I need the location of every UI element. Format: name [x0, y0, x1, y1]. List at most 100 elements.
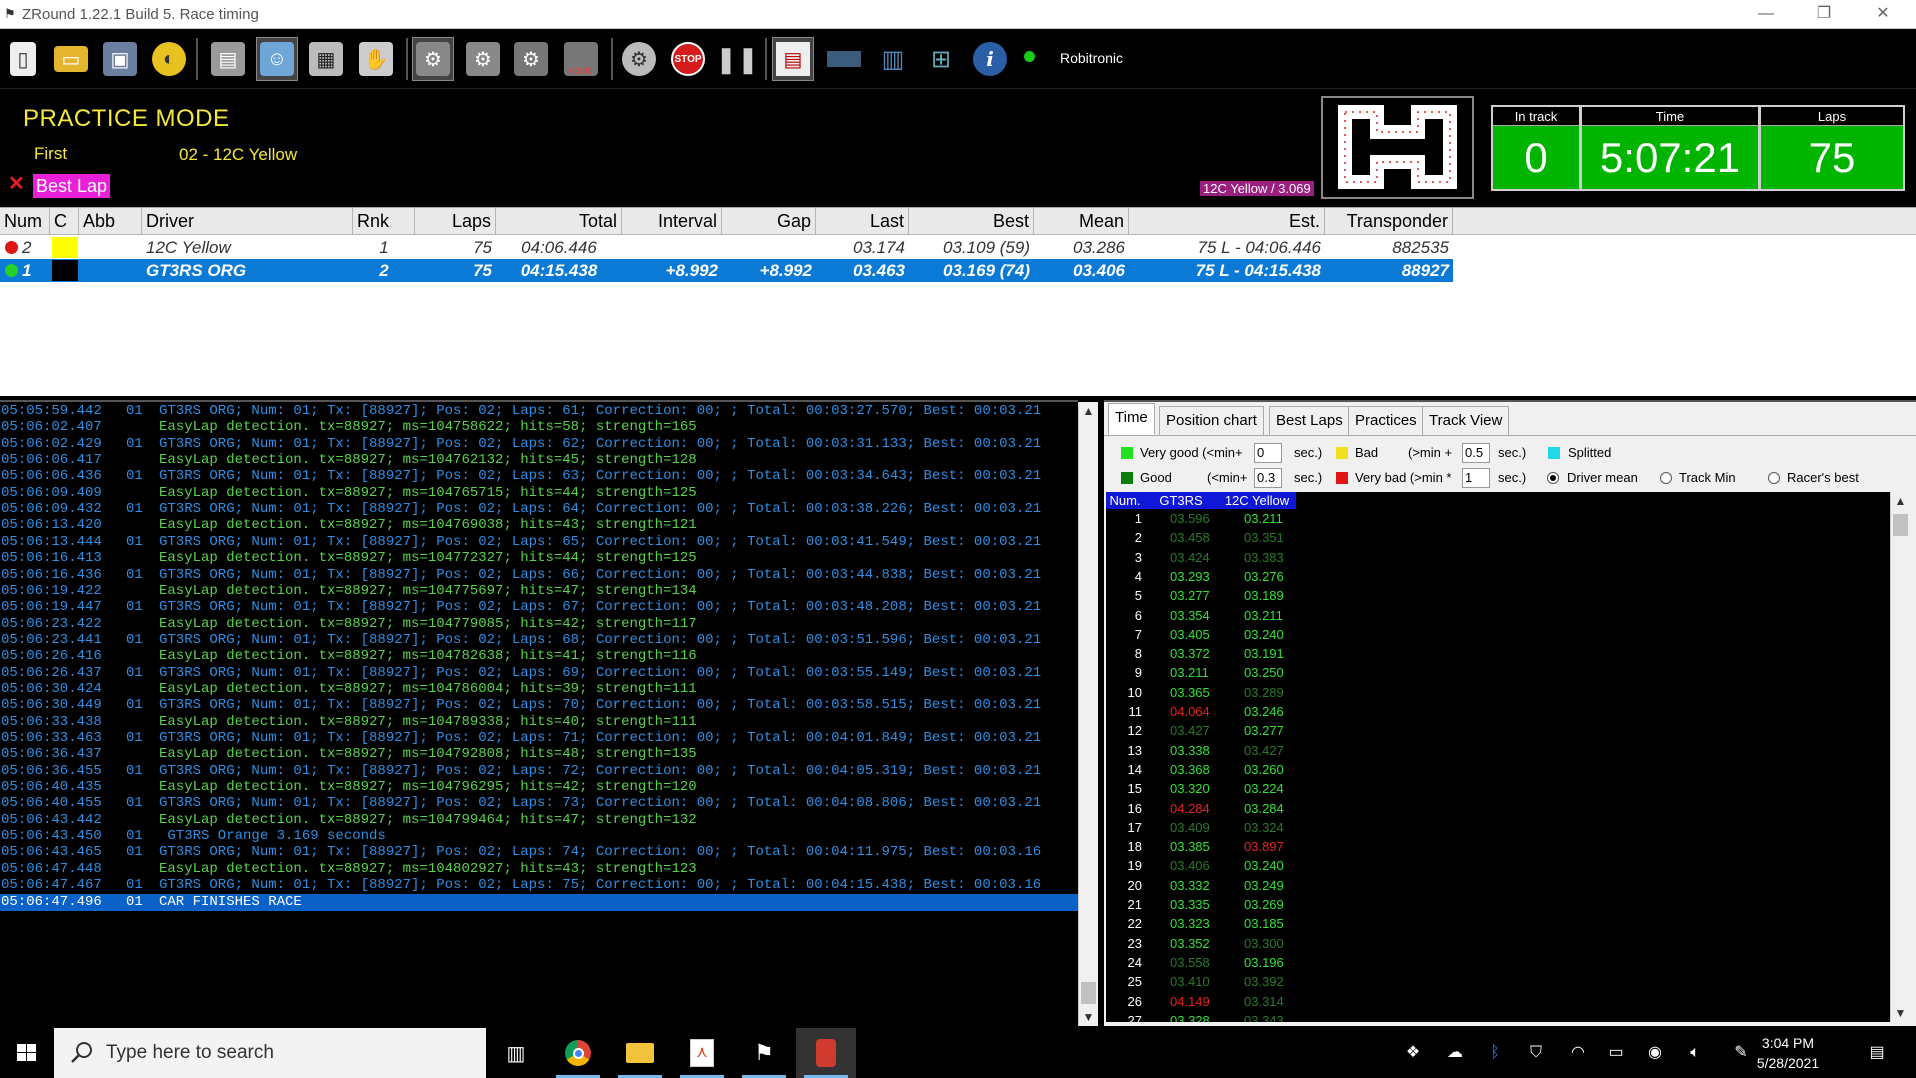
log-line[interactable]: 05:06:33.463 01 GT3RS ORG; Num: 01; Tx: [8… — [0, 730, 1078, 747]
track-min-radio[interactable] — [1660, 472, 1672, 484]
log-line[interactable]: 05:06:13.420 EasyLap detection. tx=88927;… — [0, 517, 1078, 534]
scroll-up-icon[interactable]: ▲ — [1079, 402, 1098, 420]
log-line[interactable]: 05:06:36.455 01 GT3RS ORG; Num: 01; Tx: [8… — [0, 763, 1078, 780]
zround-taskbar-button[interactable]: ⚑ — [734, 1028, 794, 1078]
log-line[interactable]: 05:06:13.444 01 GT3RS ORG; Num: 01; Tx: [8… — [0, 534, 1078, 551]
log-line[interactable]: 05:06:33.438 EasyLap detection. tx=88927;… — [0, 714, 1078, 731]
new-file-button[interactable]: ▯ — [2, 37, 44, 81]
disable-button[interactable]: ✋ — [355, 37, 397, 81]
pause-button[interactable]: ❚❚ — [715, 37, 759, 81]
task-view-button[interactable]: ▥ — [486, 1028, 546, 1078]
log-line[interactable]: 05:06:47.496 01 CAR FINISHES RACE — [0, 893, 1078, 911]
log-line[interactable]: 05:06:40.455 01 GT3RS ORG; Num: 01; Tx: [8… — [0, 795, 1078, 812]
wifi-icon[interactable]: ◠ — [1567, 1042, 1589, 1064]
log-line[interactable]: 05:06:47.467 01 GT3RS ORG; Num: 01; Tx: [8… — [0, 877, 1078, 894]
col-mean[interactable]: Mean — [1034, 208, 1129, 235]
col-best[interactable]: Best — [909, 208, 1034, 235]
col-last[interactable]: Last — [816, 208, 909, 235]
driver-button[interactable]: ☺ — [256, 37, 298, 81]
log-line[interactable]: 05:06:23.422 EasyLap detection. tx=88927;… — [0, 616, 1078, 633]
log-scrollbar[interactable]: ▲ ▼ — [1078, 402, 1098, 1026]
engine-timer-button[interactable]: 00:00 — [560, 37, 602, 81]
log-line[interactable]: 05:06:23.441 01 GT3RS ORG; Num: 01; Tx: [8… — [0, 632, 1078, 649]
close-button[interactable]: ✕ — [1855, 0, 1911, 29]
settings-button[interactable]: ⚙ — [618, 37, 660, 81]
col-transponder[interactable]: Transponder — [1325, 208, 1453, 235]
very-good-input[interactable]: 0 — [1254, 443, 1282, 463]
start-button[interactable] — [0, 1028, 54, 1078]
decoder-button[interactable] — [823, 37, 865, 81]
restore-button[interactable]: ❐ — [1796, 0, 1852, 29]
explorer-taskbar-button[interactable] — [610, 1028, 670, 1078]
info-button[interactable]: i — [969, 37, 1011, 81]
log-line[interactable]: 05:05:59.442 01 GT3RS ORG; Num: 01; Tx: [8… — [0, 403, 1078, 420]
open-folder-button[interactable]: ▭ — [50, 37, 92, 81]
chrome-tray-icon[interactable]: ◉ — [1644, 1042, 1666, 1064]
bluetooth-icon[interactable]: ᛒ — [1484, 1042, 1506, 1064]
tab-best-laps[interactable]: Best Laps — [1269, 406, 1350, 435]
table-row[interactable]: 2 12C Yellow 1 75 04:06.446 03.174 03.109 (59)… — [0, 236, 1453, 259]
col-driver[interactable]: Driver — [142, 208, 353, 235]
bad-input[interactable]: 0.5 — [1462, 443, 1490, 463]
engine-3-button[interactable]: ⚙ — [510, 37, 552, 81]
log-line[interactable]: 05:06:19.447 01 GT3RS ORG; Num: 01; Tx: [8… — [0, 599, 1078, 616]
driver-mean-radio[interactable] — [1547, 472, 1559, 484]
laps-scrollbar[interactable]: ▲ ▼ — [1890, 492, 1910, 1022]
log-line[interactable]: 05:06:26.437 01 GT3RS ORG; Num: 01; Tx: [8… — [0, 665, 1078, 682]
chrome-taskbar-button[interactable] — [548, 1028, 608, 1078]
log-line[interactable]: 05:06:16.413 EasyLap detection. tx=88927;… — [0, 550, 1078, 567]
tab-position-chart[interactable]: Position chart — [1159, 406, 1264, 435]
very-bad-input[interactable]: 1 — [1462, 468, 1490, 488]
scroll-thumb[interactable] — [1893, 514, 1908, 536]
clock[interactable]: 3:04 PM 5/28/2021 — [1743, 1033, 1833, 1073]
table-row[interactable]: 1 GT3RS ORG 2 75 04:15.438 +8.992 +8.992 03.463… — [0, 259, 1453, 282]
scroll-down-icon[interactable]: ▼ — [1079, 1008, 1098, 1026]
col-est[interactable]: Est. — [1129, 208, 1325, 235]
log-line[interactable]: 05:06:43.450 01 GT3RS Orange 3.169 second… — [0, 828, 1078, 845]
minimize-button[interactable]: — — [1738, 0, 1794, 29]
log-line[interactable]: 05:06:43.465 01 GT3RS ORG; Num: 01; Tx: [8… — [0, 844, 1078, 861]
scroll-down-icon[interactable]: ▼ — [1891, 1004, 1910, 1022]
log-line[interactable]: 05:06:02.407 EasyLap detection. tx=88927;… — [0, 419, 1078, 436]
log-line[interactable]: 05:06:09.432 01 GT3RS ORG; Num: 01; Tx: [8… — [0, 501, 1078, 518]
onedrive-icon[interactable]: ☁ — [1444, 1042, 1466, 1064]
close-icon[interactable]: ✕ — [8, 174, 25, 194]
engine-2-button[interactable]: ⚙ — [462, 37, 504, 81]
log-line[interactable]: 05:06:19.422 EasyLap detection. tx=88927;… — [0, 583, 1078, 600]
log-line[interactable]: 05:06:09.409 EasyLap detection. tx=88927;… — [0, 485, 1078, 502]
log-line[interactable]: 05:06:43.442 EasyLap detection. tx=88927;… — [0, 812, 1078, 829]
acrobat-taskbar-button[interactable]: ⋏ — [672, 1028, 732, 1078]
results-button[interactable]: ▤ — [772, 37, 814, 81]
col-num[interactable]: Num — [0, 208, 50, 235]
tab-practices[interactable]: Practices — [1348, 406, 1424, 435]
log-line[interactable]: 05:06:26.416 EasyLap detection. tx=88927;… — [0, 648, 1078, 665]
clapper-button[interactable]: ▦ — [305, 37, 347, 81]
save-button[interactable]: ▣ — [99, 37, 141, 81]
col-color[interactable]: C — [50, 208, 79, 235]
scroll-thumb[interactable] — [1081, 982, 1096, 1004]
log-line[interactable]: 05:06:36.437 EasyLap detection. tx=88927;… — [0, 746, 1078, 763]
tab-track-view[interactable]: Track View — [1422, 406, 1510, 435]
network-button[interactable]: ⊞ — [920, 37, 962, 81]
battery-icon[interactable]: ▭ — [1605, 1042, 1627, 1064]
active-app-taskbar-button[interactable] — [796, 1028, 856, 1078]
tab-time[interactable]: Time — [1108, 403, 1155, 435]
col-gap[interactable]: Gap — [722, 208, 816, 235]
log-line[interactable]: 05:06:40.435 EasyLap detection. tx=88927;… — [0, 779, 1078, 796]
racers-best-radio[interactable] — [1768, 472, 1780, 484]
col-rank[interactable]: Rnk — [353, 208, 415, 235]
dropbox-icon[interactable]: ❖ — [1402, 1042, 1424, 1064]
chart-button[interactable]: ▥ — [872, 37, 914, 81]
col-total[interactable]: Total — [496, 208, 622, 235]
notifications-icon[interactable]: ▤ — [1866, 1042, 1888, 1064]
log-line[interactable]: 05:06:30.424 EasyLap detection. tx=88927;… — [0, 681, 1078, 698]
stop-button[interactable]: STOP — [667, 37, 709, 81]
col-laps[interactable]: Laps — [415, 208, 496, 235]
log-line[interactable]: 05:06:30.449 01 GT3RS ORG; Num: 01; Tx: [8… — [0, 697, 1078, 714]
col-interval[interactable]: Interval — [622, 208, 722, 235]
scroll-up-icon[interactable]: ▲ — [1891, 492, 1910, 510]
log-line[interactable]: 05:06:06.436 01 GT3RS ORG; Num: 01; Tx: [8… — [0, 468, 1078, 485]
race-button[interactable]: ◐ — [148, 37, 190, 81]
engine-button[interactable]: ⚙ — [412, 37, 454, 81]
col-abb[interactable]: Abb — [79, 208, 142, 235]
